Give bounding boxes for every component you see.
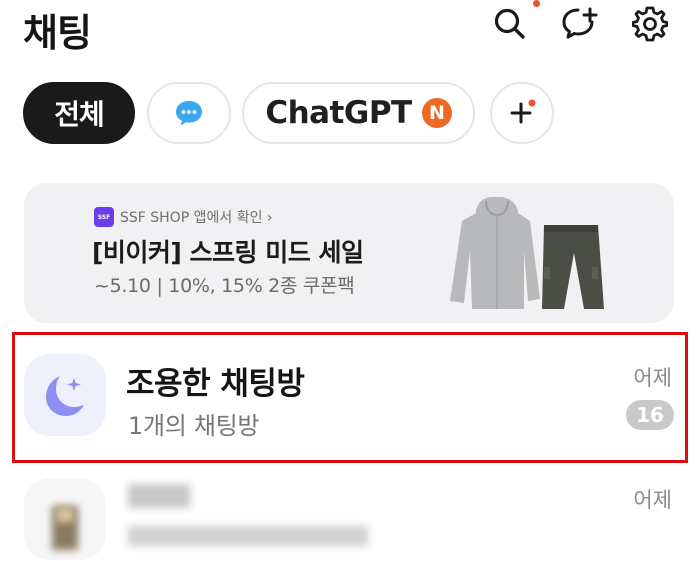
chip-all-label: 전체 xyxy=(54,98,105,131)
ad-product-image xyxy=(450,197,604,309)
new-chat-icon xyxy=(562,7,598,39)
search-icon xyxy=(494,8,525,39)
notification-dot xyxy=(533,0,540,7)
chip-chat[interactable] xyxy=(147,82,231,144)
chip-chatgpt[interactable]: ChatGPT N xyxy=(242,82,475,144)
chat-time: 어제 xyxy=(633,488,672,512)
chat-room-time: 어제 xyxy=(633,366,672,390)
new-badge: N xyxy=(421,98,452,128)
chat-room-preview: 1개의 채팅방 xyxy=(128,412,260,440)
new-chat-button[interactable] xyxy=(560,4,600,44)
search-button[interactable] xyxy=(490,4,530,44)
ad-source: SSF SSF SHOP 앱에서 확인 › xyxy=(94,207,273,227)
filter-chips: 전체 ChatGPT N xyxy=(0,80,696,146)
ad-source-label: SSF SHOP 앱에서 확인 › xyxy=(120,210,273,226)
settings-icon xyxy=(632,6,668,42)
ssf-logo: SSF xyxy=(94,207,114,227)
page-title: 채팅 xyxy=(23,11,92,55)
chat-bubble-icon xyxy=(176,101,202,126)
unread-count-badge: 16 xyxy=(626,400,674,430)
chat-room-name: 조용한 채팅방 xyxy=(126,366,305,402)
blurred-avatar xyxy=(24,478,106,560)
moon-icon xyxy=(46,376,84,416)
ad-subtitle: ~5.10 | 10%, 15% 2종 쿠폰팩 xyxy=(94,275,355,297)
ad-title: [비이커] 스프링 미드 세일 xyxy=(92,238,364,267)
chat-list-item[interactable]: 어제 xyxy=(0,470,696,561)
ad-banner[interactable]: SSF SSF SHOP 앱에서 확인 › [비이커] 스프링 미드 세일 ~5… xyxy=(24,183,674,323)
chat-room-avatar xyxy=(24,354,106,436)
plus-icon xyxy=(510,99,536,124)
blurred-chat-preview xyxy=(128,526,368,546)
header: 채팅 xyxy=(0,0,696,60)
chat-list-item[interactable]: 조용한 채팅방 1개의 채팅방 어제 16 xyxy=(0,334,696,456)
chip-chatgpt-label: ChatGPT xyxy=(265,95,412,131)
settings-button[interactable] xyxy=(630,4,670,44)
chip-all[interactable]: 전체 xyxy=(23,82,135,144)
chip-add[interactable] xyxy=(490,82,554,144)
blurred-chat-name xyxy=(128,484,190,508)
